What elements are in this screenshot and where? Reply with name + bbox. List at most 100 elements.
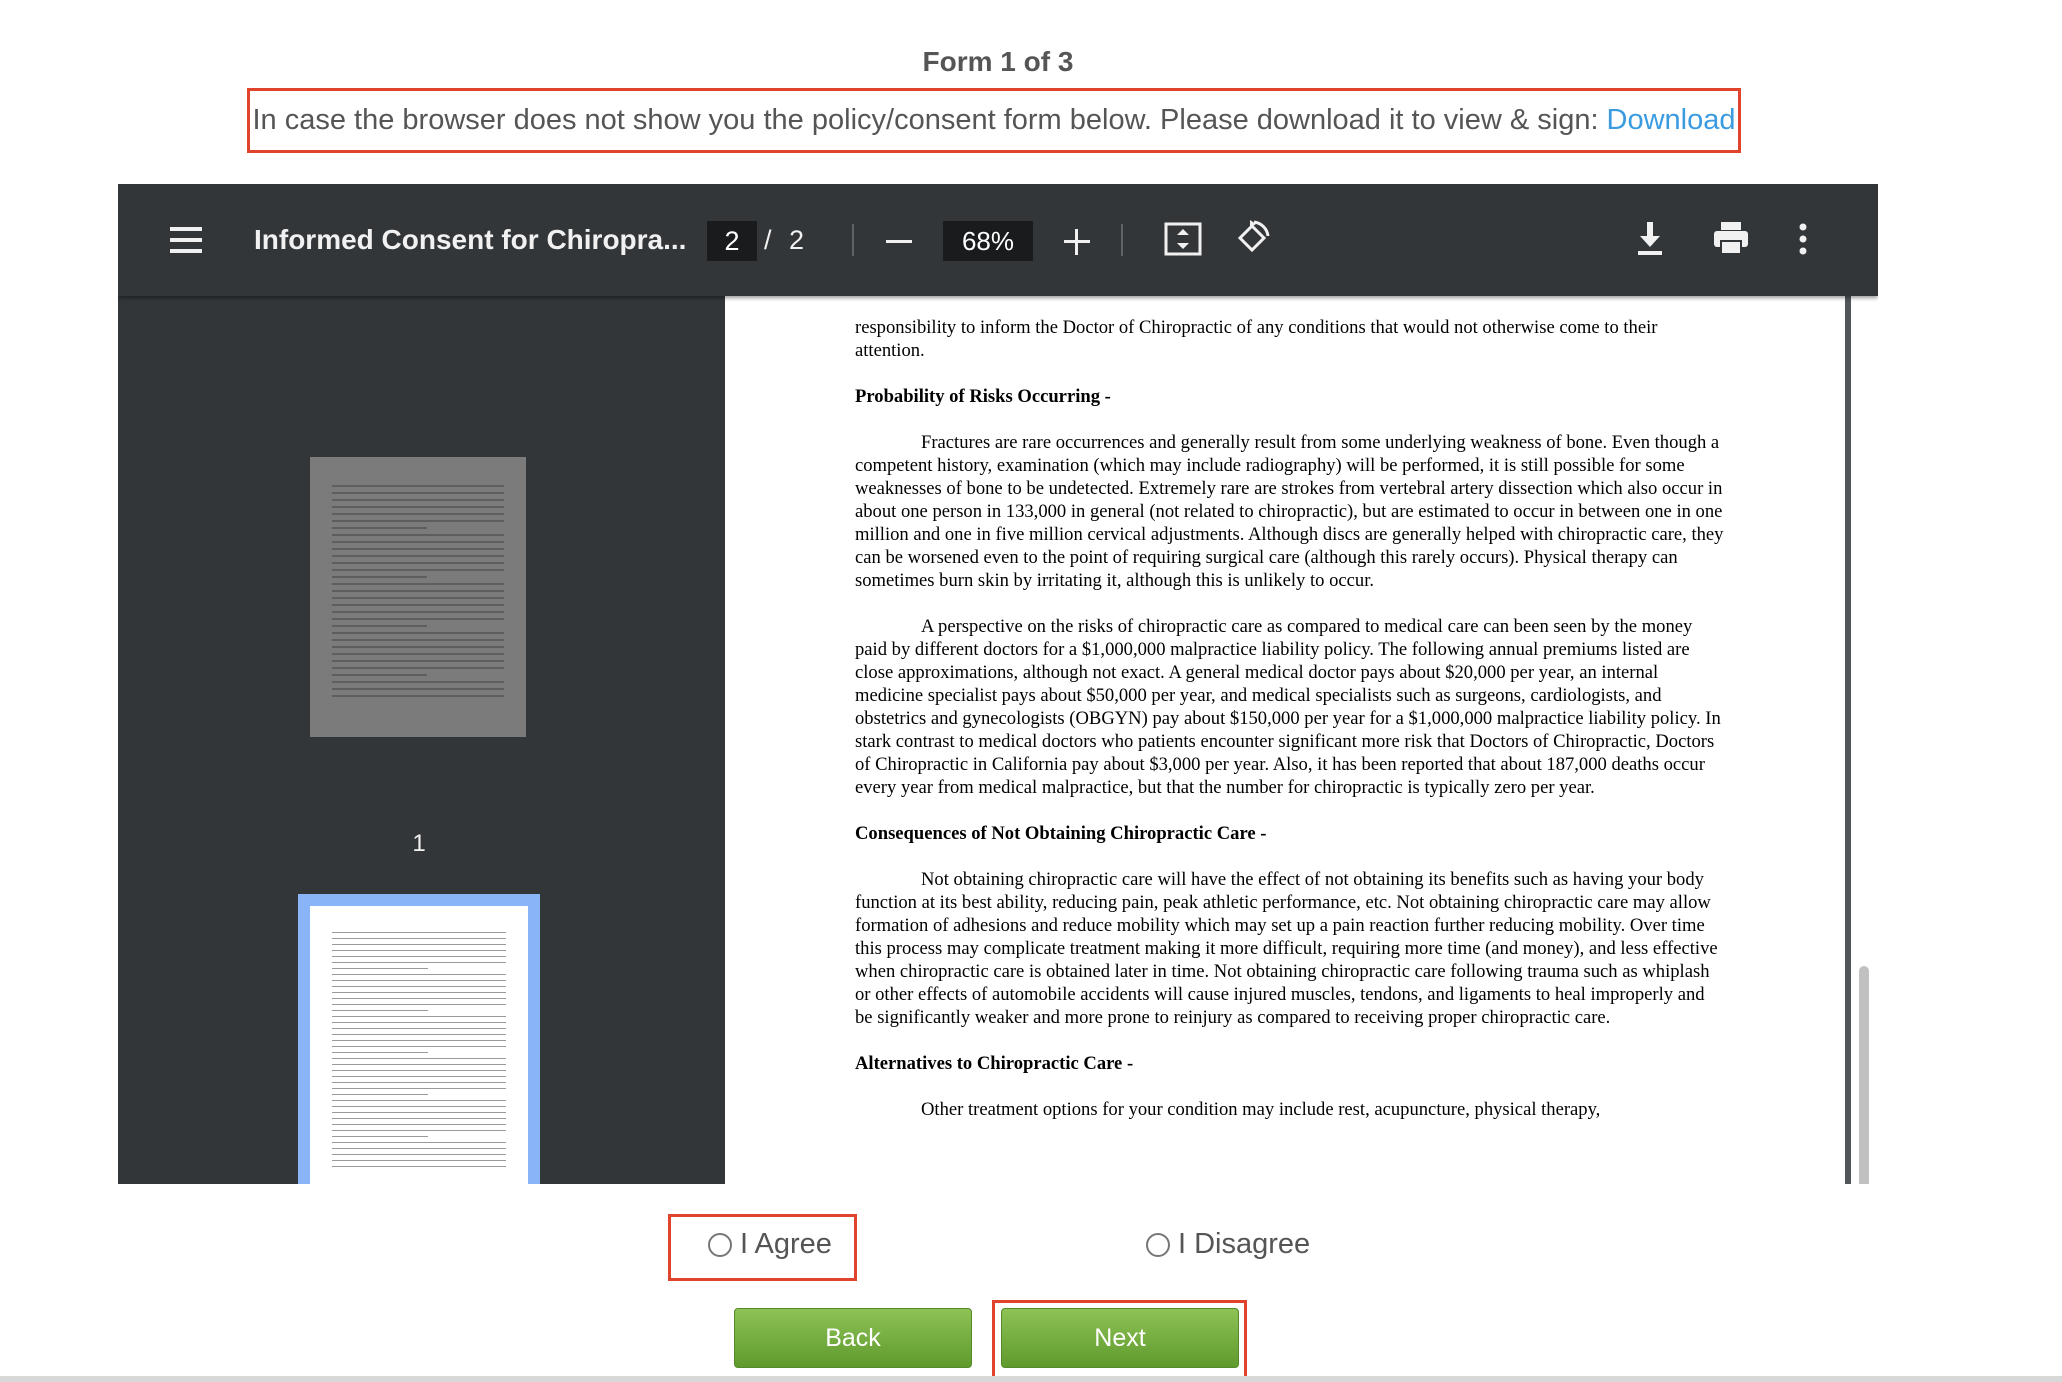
thumbnail-text-line xyxy=(332,1100,506,1101)
zoom-out-icon[interactable] xyxy=(886,240,912,243)
thumbnail-text-line xyxy=(332,520,504,522)
thumbnail-text-line xyxy=(332,541,504,543)
thumbnail-text-line xyxy=(332,956,506,957)
thumbnail-text-line xyxy=(332,583,504,585)
next-button[interactable]: Next xyxy=(1001,1308,1239,1368)
download-icon[interactable] xyxy=(1634,220,1666,258)
thumbnail-text-line xyxy=(332,674,427,676)
page-total: 2 xyxy=(789,225,805,255)
thumbnail-text-line xyxy=(332,986,506,987)
toolbar-divider xyxy=(852,224,854,256)
thumbnail-text-line xyxy=(332,492,504,494)
thumbnail-text-line xyxy=(332,998,506,999)
thumbnail-text-line xyxy=(332,1136,428,1137)
thumbnail-label-1: 1 xyxy=(412,830,426,857)
back-button[interactable]: Back xyxy=(734,1308,972,1368)
zoom-in-icon-vertical[interactable] xyxy=(1075,229,1078,255)
pdf-page: responsibility to inform the Doctor of C… xyxy=(725,296,1845,1184)
paragraph: A perspective on the risks of chiropract… xyxy=(855,616,1721,798)
pdf-viewer: Informed Consent for Chiropra... 2 / 2 6… xyxy=(118,184,1878,1184)
thumbnail-text-line xyxy=(332,1052,428,1053)
thumbnail-text-line xyxy=(332,1118,506,1119)
thumbnail-text-line xyxy=(332,653,504,655)
thumbnail-text-line xyxy=(332,611,504,613)
thumbnail-text-line xyxy=(332,1094,428,1095)
paragraph: Fractures are rare occurrences and gener… xyxy=(855,432,1724,591)
thumbnail-text-line xyxy=(332,639,504,641)
disagree-radio[interactable] xyxy=(1146,1232,1170,1257)
thumbnail-text-line xyxy=(332,1142,506,1143)
page-separator: / xyxy=(764,225,772,255)
thumbnail-text-line xyxy=(332,632,504,634)
rotate-icon[interactable] xyxy=(1232,218,1272,258)
thumbnail-text-line xyxy=(332,1082,506,1083)
thumbnail-text-line xyxy=(332,980,506,981)
menu-icon[interactable] xyxy=(170,227,202,253)
thumbnail-text-line xyxy=(332,625,427,627)
thumbnail-sidebar: 1 2 xyxy=(118,296,725,1184)
thumbnail-text-line xyxy=(332,548,504,550)
thumbnail-text-line xyxy=(332,590,504,592)
thumbnail-page-1[interactable] xyxy=(310,457,526,737)
thumbnail-text-line xyxy=(332,1016,506,1017)
disagree-label: I Disagree xyxy=(1178,1228,1311,1260)
disagree-option[interactable]: I Disagree xyxy=(1146,1228,1310,1261)
thumbnail-text-line xyxy=(332,950,506,951)
thumbnail-text-line xyxy=(332,681,504,683)
form-title: Form 1 of 3 xyxy=(922,46,1074,77)
thumbnail-text-line xyxy=(332,695,504,697)
agree-radio[interactable] xyxy=(708,1232,732,1257)
thumbnail-text-line xyxy=(332,527,427,529)
paragraph: Not obtaining chiropractic care will hav… xyxy=(855,869,1718,1028)
thumbnail-page-2-selected[interactable] xyxy=(298,894,540,1184)
section-heading-risks: Probability of Risks Occurring - xyxy=(855,386,1111,407)
thumbnail-text-line xyxy=(332,938,506,939)
thumbnail-text-line xyxy=(332,562,504,564)
thumbnail-text-line xyxy=(332,1046,506,1047)
thumbnail-text-line xyxy=(332,1022,506,1023)
thumbnail-text-line xyxy=(332,1040,506,1041)
thumbnail-text-line xyxy=(332,569,504,571)
thumbnail-text-line xyxy=(332,660,504,662)
thumbnail-text-line xyxy=(332,944,506,945)
thumbnail-text-line xyxy=(332,1166,506,1167)
thumbnail-text-line xyxy=(332,1058,506,1059)
thumbnail-text-line xyxy=(332,576,427,578)
section-heading-consequences: Consequences of Not Obtaining Chiropract… xyxy=(855,823,1267,844)
section-heading-alternatives: Alternatives to Chiropractic Care - xyxy=(855,1053,1134,1074)
thumbnail-text-line xyxy=(332,1106,506,1107)
thumbnail-text-line xyxy=(332,1076,506,1077)
thumbnail-text-line xyxy=(332,555,504,557)
scrollbar-thumb[interactable] xyxy=(1859,966,1869,1184)
thumbnail-text-line xyxy=(332,1130,506,1131)
thumbnail-page-2[interactable] xyxy=(310,906,528,1184)
paragraph: Other treatment options for your conditi… xyxy=(921,1099,1601,1120)
thumbnail-text-line xyxy=(332,646,504,648)
intro-paragraph: responsibility to inform the Doctor of C… xyxy=(855,317,1658,361)
thumbnail-text-line xyxy=(332,1148,506,1149)
zoom-level-input[interactable]: 68% xyxy=(943,221,1033,261)
thumbnail-text-line xyxy=(332,604,504,606)
thumbnail-text-line xyxy=(332,688,504,690)
print-icon[interactable] xyxy=(1712,220,1750,256)
document-scrollbar[interactable] xyxy=(1845,296,1878,1184)
agree-option[interactable]: I Agree xyxy=(708,1228,832,1261)
thumbnail-text-line xyxy=(332,1154,506,1155)
thumbnail-text-line xyxy=(332,597,504,599)
document-title: Informed Consent for Chiropra... xyxy=(254,224,687,255)
thumbnail-text-line xyxy=(332,992,506,993)
thumbnail-text-line xyxy=(332,534,504,536)
thumbnail-text-line xyxy=(332,974,506,975)
thumbnail-text-line xyxy=(332,968,428,969)
thumbnail-text-line xyxy=(332,1004,506,1005)
page-number-input[interactable]: 2 xyxy=(707,221,757,261)
thumbnail-text-line xyxy=(332,1070,506,1071)
pdf-toolbar: Informed Consent for Chiropra... 2 / 2 6… xyxy=(118,184,1878,296)
more-icon[interactable] xyxy=(1798,222,1808,256)
thumbnail-text-line xyxy=(332,513,504,515)
thumbnail-text-line xyxy=(332,1028,506,1029)
thumbnail-text-line xyxy=(332,1088,506,1089)
thumbnail-text-line xyxy=(332,499,504,501)
fit-page-icon[interactable] xyxy=(1164,220,1202,258)
download-link[interactable]: Download xyxy=(1607,104,1736,137)
